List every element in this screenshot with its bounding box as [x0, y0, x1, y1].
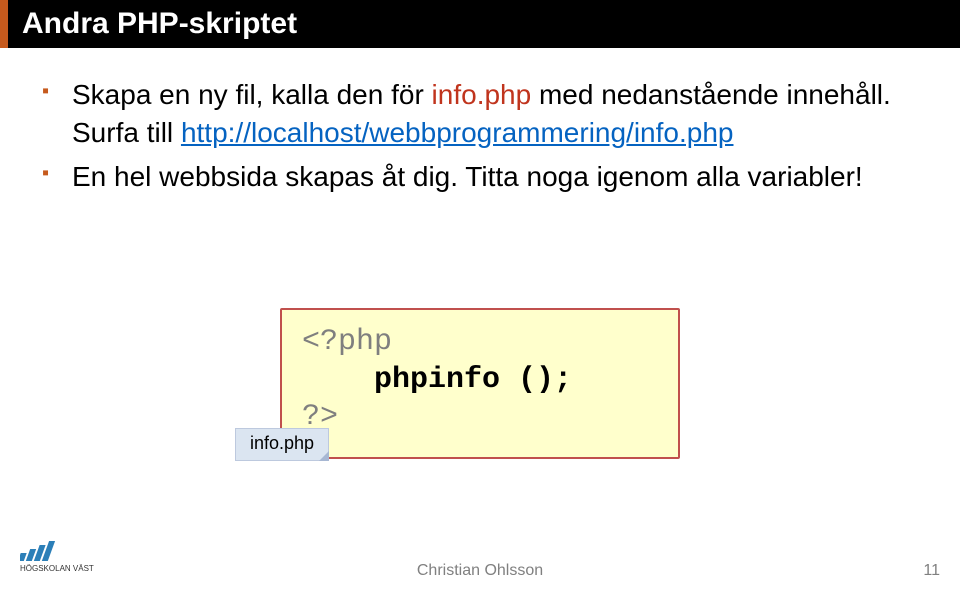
- code-indent: [302, 363, 374, 397]
- code-block: <?php phpinfo (); ?>: [280, 308, 680, 459]
- footer-logo-text: HÖGSKOLAN VÄST: [20, 564, 94, 573]
- bullet-1: Skapa en ny fil, kalla den för info.php …: [42, 76, 918, 152]
- php-func-call: phpinfo ();: [374, 363, 572, 397]
- footer-author: Christian Ohlsson: [417, 562, 543, 580]
- bullet-1-link[interactable]: http://localhost/webbprogrammering/info.…: [181, 117, 734, 148]
- footer-logo: HÖGSKOLAN VÄST: [20, 533, 140, 578]
- slide-body: Skapa en ny fil, kalla den för info.php …: [42, 76, 918, 201]
- footer-page-number: 11: [923, 562, 940, 580]
- php-open-tag: <?php: [302, 325, 392, 359]
- file-tab-fold-icon: [319, 451, 329, 461]
- title-accent-bar: [0, 0, 8, 48]
- bullet-2-text: En hel webbsida skapas åt dig. Titta nog…: [72, 161, 863, 192]
- bullet-1-highlight: info.php: [432, 79, 532, 110]
- file-tab-label: info.php: [250, 433, 314, 453]
- slide-title: Andra PHP-skriptet: [8, 0, 960, 48]
- bullet-2: En hel webbsida skapas åt dig. Titta nog…: [42, 158, 918, 196]
- file-tab: info.php: [235, 428, 329, 461]
- bullet-1-pre: Skapa en ny fil, kalla den för: [72, 79, 432, 110]
